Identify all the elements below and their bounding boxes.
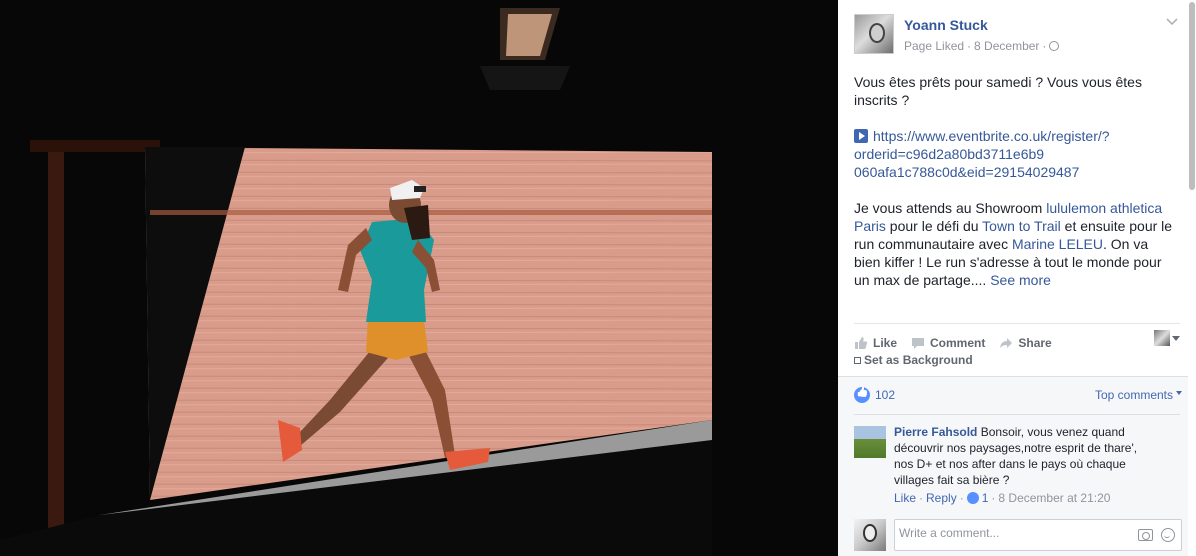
divider xyxy=(854,414,1180,415)
post-meta: Page Liked · 8 December · xyxy=(904,39,1060,53)
comment-input[interactable] xyxy=(899,526,1119,540)
like-reaction-icon xyxy=(854,387,870,403)
page-liked-label: Page Liked xyxy=(904,39,965,53)
comment-icon xyxy=(912,337,925,349)
post-action-bar: Like Comment Share xyxy=(854,323,1180,353)
comment-input-box[interactable] xyxy=(894,519,1182,551)
comment-button[interactable]: Comment xyxy=(911,336,985,350)
comment-actions: Like · Reply · 1 · 8 December at 21:20 xyxy=(894,491,1111,505)
set-as-background-button[interactable]: Set as Background xyxy=(854,353,973,367)
reaction-count: 102 xyxy=(875,388,896,402)
author-avatar[interactable] xyxy=(854,14,894,54)
comment-sort-dropdown[interactable]: Top comments xyxy=(1095,388,1182,402)
comment-like-button[interactable]: Like xyxy=(894,491,916,505)
share-button[interactable]: Share xyxy=(999,336,1052,350)
post-body: Vous êtes prêts pour samedi ? Vous vous … xyxy=(854,73,1176,307)
image-frame-icon xyxy=(854,356,861,364)
camera-icon[interactable] xyxy=(1138,529,1153,541)
eventbrite-link[interactable]: https://www.eventbrite.co.uk/register/? o… xyxy=(854,128,1110,180)
mention-town-to-trail[interactable]: Town to Trail xyxy=(982,218,1061,234)
viewer-avatar xyxy=(854,519,886,551)
photo-image xyxy=(0,0,838,556)
comment-reply-button[interactable]: Reply xyxy=(926,491,957,505)
viewer-avatar xyxy=(1154,330,1170,346)
caret-down-icon xyxy=(1176,391,1182,395)
comments-section: 102 Top comments Pierre Fahsold Bonsoir,… xyxy=(838,376,1188,556)
comment-timestamp[interactable]: 8 December at 21:20 xyxy=(998,491,1110,505)
globe-icon[interactable] xyxy=(1049,41,1060,51)
post-header: Yoann Stuck Page Liked · 8 December · xyxy=(854,14,1184,56)
comment-body: Pierre Fahsold Bonsoir, vous venez quand… xyxy=(894,424,1156,488)
like-button[interactable]: Like xyxy=(854,336,897,350)
post-as-selector[interactable] xyxy=(1154,330,1180,346)
thumbs-up-icon xyxy=(855,336,868,349)
mention-marine-leleu[interactable]: Marine LELEU xyxy=(1012,236,1103,252)
comment-like-count[interactable]: 1 xyxy=(982,491,989,505)
caret-down-icon xyxy=(1172,335,1180,341)
scrollbar-thumb[interactable] xyxy=(1189,2,1195,190)
comment-composer xyxy=(854,517,1182,553)
post-paragraph: Je vous attends au Showroom lululemon at… xyxy=(854,200,1173,288)
reactions-summary[interactable]: 102 xyxy=(854,387,895,403)
like-reaction-icon xyxy=(966,492,979,504)
commenter-avatar[interactable] xyxy=(854,426,886,458)
video-play-icon xyxy=(854,129,868,143)
post-side-panel: Yoann Stuck Page Liked · 8 December · Vo… xyxy=(838,0,1196,556)
share-icon xyxy=(1000,337,1013,348)
post-link-block: https://www.eventbrite.co.uk/register/? o… xyxy=(854,127,1176,181)
post-photo[interactable] xyxy=(0,0,838,556)
post-date[interactable]: 8 December xyxy=(974,39,1039,53)
author-name[interactable]: Yoann Stuck xyxy=(904,17,988,33)
scrollbar[interactable] xyxy=(1188,0,1196,556)
post-intro: Vous êtes prêts pour samedi ? Vous vous … xyxy=(854,74,1142,108)
emoji-icon[interactable] xyxy=(1161,528,1175,542)
chevron-down-icon[interactable] xyxy=(1166,16,1178,28)
see-more-link[interactable]: See more xyxy=(990,272,1051,288)
commenter-name[interactable]: Pierre Fahsold xyxy=(894,425,977,439)
